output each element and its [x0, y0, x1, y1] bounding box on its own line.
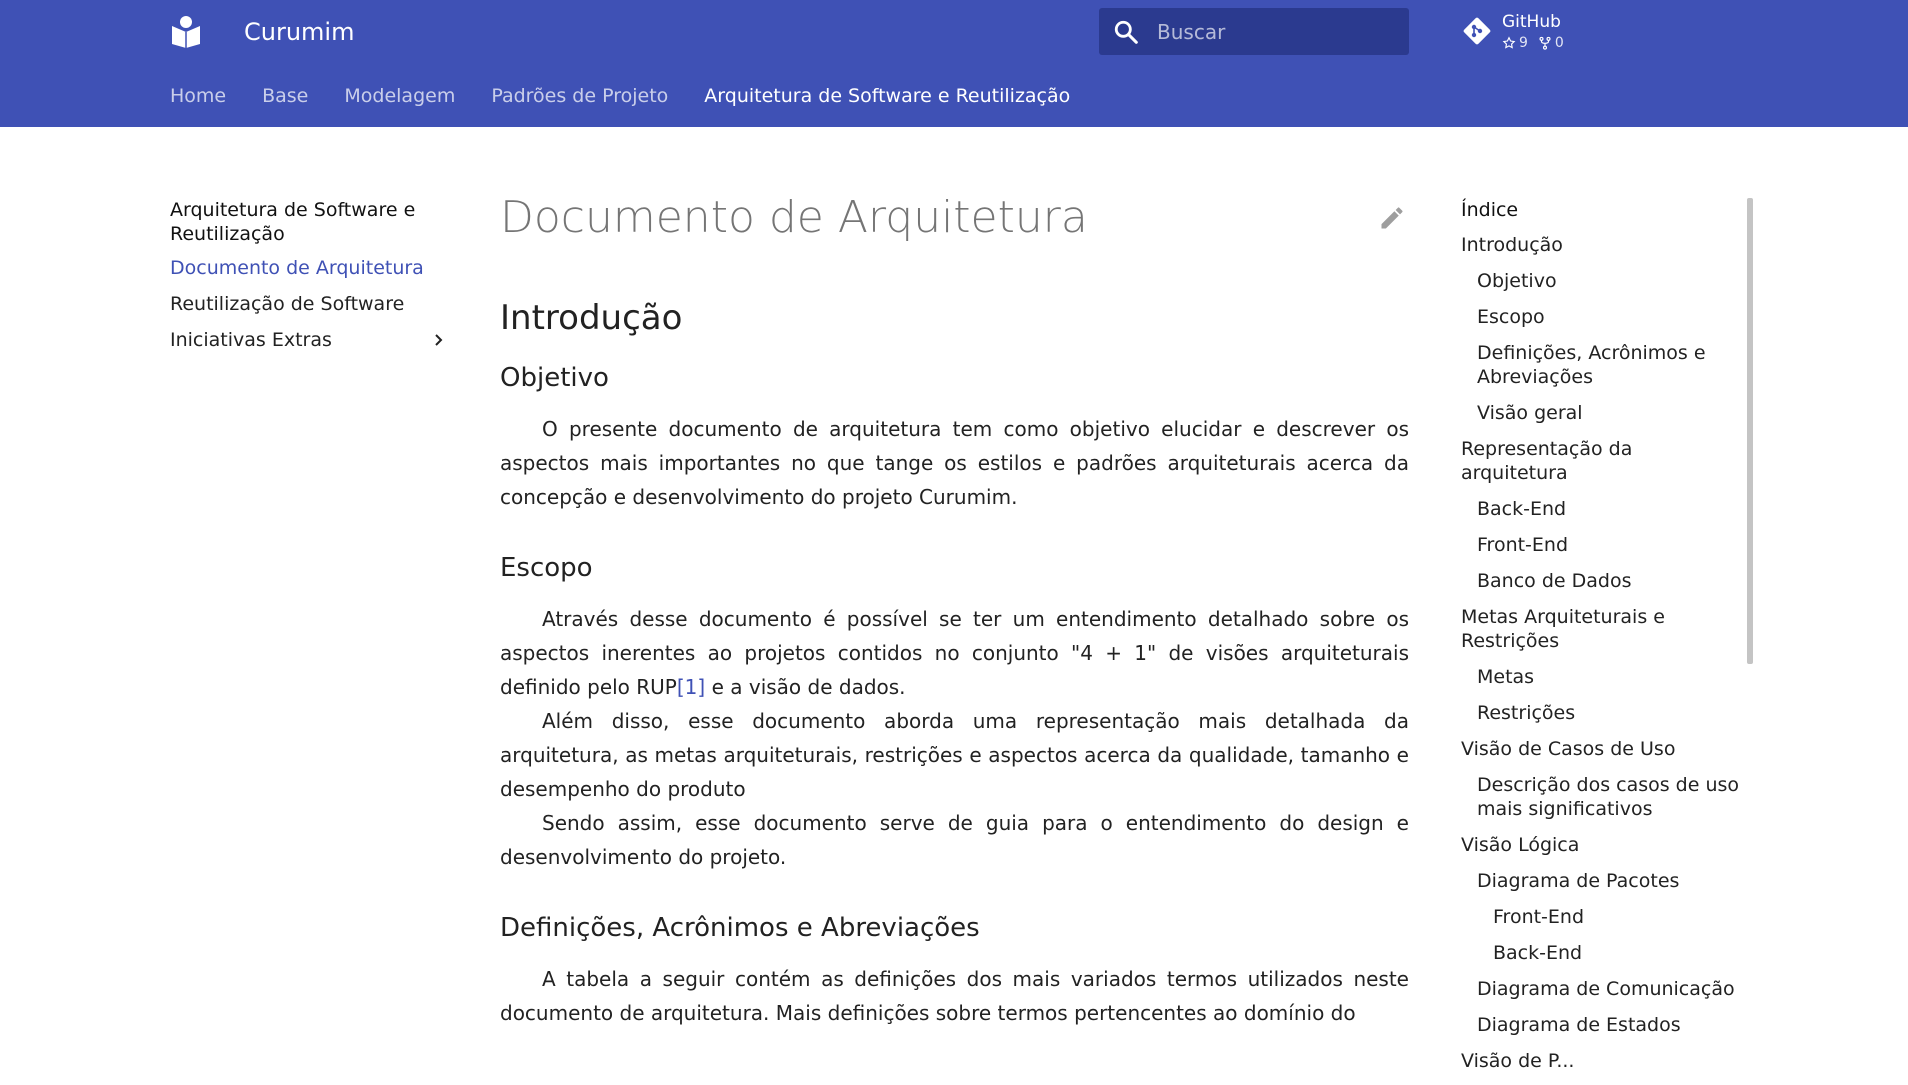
repo-name: GitHub: [1502, 12, 1561, 32]
primary-sidebar: Arquitetura de Software e Reutilização D…: [170, 198, 446, 364]
header: Curumim GitHub 9 0 Ho: [0, 0, 1908, 127]
toc-item[interactable]: Escopo: [1461, 305, 1743, 329]
site-title[interactable]: Curumim: [244, 14, 354, 50]
toc-item[interactable]: Objetivo: [1461, 269, 1743, 293]
toc-item[interactable]: Diagrama de Pacotes: [1461, 869, 1743, 893]
repo-forks: 0: [1538, 34, 1564, 52]
toc-item[interactable]: Introdução: [1461, 233, 1743, 257]
chevron-right-icon: [435, 334, 443, 346]
paragraph-definicoes: A tabela a seguir contém as definições d…: [500, 967, 1409, 1025]
search-input[interactable]: [1157, 8, 1397, 55]
search-icon[interactable]: [1113, 19, 1139, 45]
tab-home[interactable]: Home: [170, 80, 226, 112]
paragraph-objetivo: O presente documento de arquitetura tem …: [500, 417, 1409, 509]
toc-item[interactable]: Diagrama de Estados: [1461, 1013, 1743, 1037]
heading-objetivo: Objetivo: [500, 363, 609, 393]
heading-escopo: Escopo: [500, 553, 593, 583]
repo-stars: 9: [1502, 34, 1528, 52]
tab-base[interactable]: Base: [262, 80, 308, 112]
toc-item[interactable]: Back-End: [1461, 497, 1743, 521]
toc-item[interactable]: Visão geral: [1461, 401, 1743, 425]
paragraph-escopo-3: Sendo assim, esse documento serve de gui…: [500, 811, 1409, 869]
book-logo-icon[interactable]: [170, 14, 202, 48]
footnote-ref-1[interactable]: [1]: [677, 675, 705, 699]
github-repo-link[interactable]: GitHub 9 0: [1460, 10, 1610, 56]
toc-item[interactable]: Front-End: [1461, 533, 1743, 557]
toc-item[interactable]: Descrição dos casos de uso mais signific…: [1461, 773, 1743, 821]
tab-padroes-de-projeto[interactable]: Padrões de Projeto: [491, 80, 668, 112]
toc-item[interactable]: Front-End: [1461, 905, 1743, 929]
heading-definicoes: Definições, Acrônimos e Abreviações: [500, 913, 980, 943]
sidebar-item-documento-de-arquitetura[interactable]: Documento de Arquitetura: [170, 256, 446, 280]
toc-item[interactable]: Diagrama de Comunicação: [1461, 977, 1743, 1001]
toc-item[interactable]: Representação da arquitetura: [1461, 437, 1743, 485]
sidebar-item-reutilizacao-de-software[interactable]: Reutilização de Software: [170, 292, 446, 316]
search-box[interactable]: [1099, 8, 1409, 55]
repo-facts: 9 0: [1502, 34, 1564, 52]
paragraph-escopo-2: Além disso, esse documento aborda uma re…: [500, 709, 1409, 801]
toc-item[interactable]: Banco de Dados: [1461, 569, 1743, 593]
table-of-contents: Índice Introdução Objetivo Escopo Defini…: [1461, 198, 1743, 1085]
toc-item[interactable]: Metas: [1461, 665, 1743, 689]
heading-introducao: Introdução: [500, 298, 683, 338]
star-icon: [1502, 36, 1516, 49]
toc-title: Índice: [1461, 199, 1519, 221]
fork-icon: [1539, 36, 1551, 50]
toc-item[interactable]: Visão Lógica: [1461, 833, 1743, 857]
tab-arquitetura[interactable]: Arquitetura de Software e Reutilização: [704, 80, 1070, 112]
sidebar-item-label: Iniciativas Extras: [170, 329, 332, 351]
toc-item[interactable]: Restrições: [1461, 701, 1743, 725]
main-content: Documento de Arquitetura Introdução Obje…: [500, 190, 1409, 1030]
git-icon: [1463, 17, 1491, 45]
toc-item[interactable]: Metas Arquiteturais e Restrições: [1461, 605, 1743, 653]
page-title: Documento de Arquitetura: [500, 192, 1088, 243]
tab-modelagem[interactable]: Modelagem: [344, 80, 455, 112]
paragraph-escopo-1: Através desse documento é possível se te…: [500, 607, 1409, 699]
top-tabs: Home Base Modelagem Padrões de Projeto A…: [170, 80, 1106, 112]
sidebar-title: Arquitetura de Software e Reutilização: [170, 199, 416, 245]
toc-scrollbar[interactable]: [1747, 198, 1753, 664]
sidebar-item-iniciativas-extras[interactable]: Iniciativas Extras: [170, 328, 446, 352]
toc-item[interactable]: Visão de P...: [1461, 1049, 1743, 1073]
toc-item[interactable]: Definições, Acrônimos e Abreviações: [1461, 341, 1743, 389]
toc-item[interactable]: Visão de Casos de Uso: [1461, 737, 1743, 761]
toc-item[interactable]: Back-End: [1461, 941, 1743, 965]
